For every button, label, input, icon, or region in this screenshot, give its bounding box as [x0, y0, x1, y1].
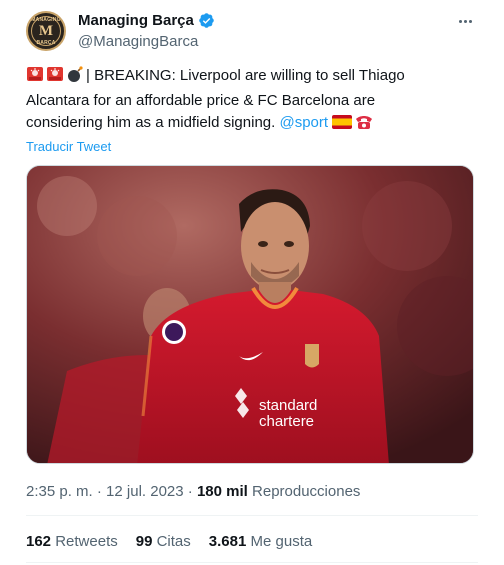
divider [26, 562, 478, 563]
quotes-count: 99 [135, 533, 153, 550]
translate-tweet-link[interactable]: Traducir Tweet [26, 139, 111, 155]
meta-separator: · [96, 483, 102, 500]
more-options-icon[interactable] [452, 10, 478, 32]
tweet-card: MANAGING M BARÇA Managing Barça @Managin… [0, 0, 504, 565]
likes-stat[interactable]: 3.681 Me gusta [209, 532, 312, 551]
player-photo: standard chartere [27, 166, 473, 463]
avatar-text-bottom: BARÇA [36, 40, 56, 46]
tweet-text-line-1: | BREAKING: Liverpool are willing to sel… [26, 65, 486, 90]
police-light-emoji [46, 65, 64, 90]
dot [458, 19, 462, 23]
tweet-text-line-2: Alcantara for an affordable price & FC B… [26, 92, 376, 109]
bomb-emoji [66, 65, 84, 90]
quotes-stat[interactable]: 99 Citas [136, 532, 191, 551]
tweet-text-line-3: considering him as a midfield signing. @… [26, 112, 486, 137]
tweet-media-photo[interactable]: standard chartere [26, 165, 474, 464]
tweet-time[interactable]: 2:35 p. m. [26, 483, 93, 500]
divider [26, 515, 478, 516]
retweets-stat[interactable]: 162 Retweets [26, 532, 118, 551]
tweet-meta: 2:35 p. m. · 12 jul. 2023 · 180 mil Repr… [26, 482, 360, 501]
tweet-text: | BREAKING: Liverpool are willing to sel… [26, 65, 486, 137]
spain-flag-emoji [332, 114, 353, 137]
retweets-count: 162 [26, 533, 52, 550]
dot [468, 19, 472, 23]
views-count: 180 mil [196, 483, 248, 500]
police-light-emoji [26, 65, 44, 90]
dot [463, 19, 467, 23]
meta-separator: · [187, 483, 193, 500]
tweet-date[interactable]: 12 jul. 2023 [106, 483, 184, 500]
likes-label: Me gusta [250, 533, 313, 550]
tweet-text-line-3-text: considering him as a midfield signing. [26, 114, 276, 131]
telephone-emoji [354, 114, 374, 137]
quotes-label: Citas [156, 533, 191, 550]
views-label: Reproducciones [252, 483, 361, 500]
author-name-row: Managing Barça [78, 11, 215, 30]
likes-count: 3.681 [208, 533, 247, 550]
verified-badge-icon [198, 12, 215, 29]
tweet-stats: 162 Retweets 99 Citas 3.681 Me gusta [26, 532, 312, 551]
avatar[interactable]: MANAGING M BARÇA [26, 11, 66, 51]
author-handle[interactable]: @ManagingBarca [78, 32, 198, 51]
author-display-name[interactable]: Managing Barça [78, 11, 194, 30]
avatar-monogram: M [38, 23, 54, 39]
retweets-label: Retweets [55, 533, 118, 550]
mention-link[interactable]: @sport [279, 114, 328, 131]
tweet-text-line-1-text: | BREAKING: Liverpool are willing to sel… [86, 67, 405, 84]
sponsor-text-1: standard [259, 397, 317, 414]
sponsor-text-2: chartere [259, 413, 314, 430]
